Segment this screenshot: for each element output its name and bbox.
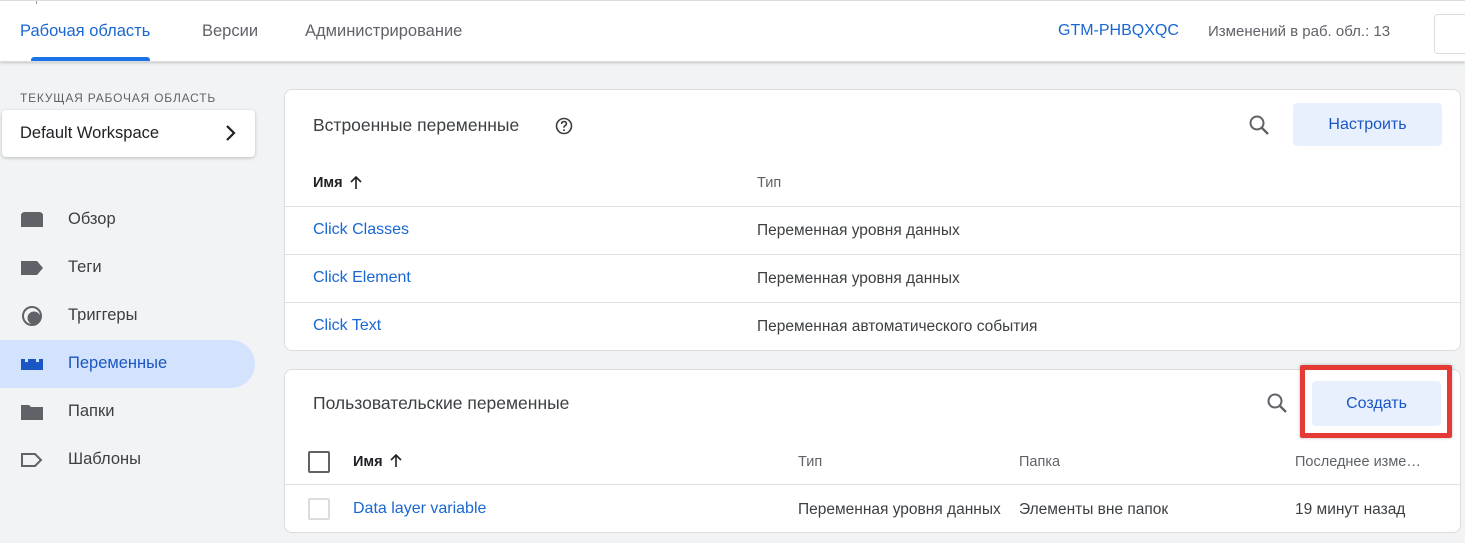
create-button-highlight [1300, 365, 1452, 438]
sidebar-item-templates[interactable]: Шаблоны [0, 436, 255, 484]
help-icon[interactable] [555, 117, 573, 135]
search-icon[interactable] [1247, 113, 1271, 137]
row-divider [285, 484, 1460, 485]
search-icon[interactable] [1265, 391, 1289, 415]
sort-arrow-up-icon[interactable] [389, 454, 403, 468]
variable-type: Переменная автоматического события [757, 318, 1038, 335]
active-tab-indicator [31, 57, 150, 61]
sidebar-item-triggers[interactable]: Триггеры [0, 292, 255, 340]
sidebar-item-tags[interactable]: Теги [0, 244, 255, 292]
row-divider [285, 206, 1460, 207]
sidebar-item-label: Шаблоны [68, 450, 141, 468]
chevron-right-icon [226, 125, 236, 141]
tag-icon [21, 261, 43, 275]
variable-name-link[interactable]: Click Element [313, 269, 411, 287]
tab-workspace[interactable]: Рабочая область [20, 22, 150, 41]
select-all-checkbox[interactable] [308, 451, 330, 473]
sidebar-item-overview[interactable]: Обзор [0, 196, 255, 244]
folder-icon [21, 405, 43, 420]
variables-icon [21, 359, 43, 370]
sort-arrow-up-icon[interactable] [349, 176, 363, 190]
sidebar-item-label: Теги [68, 258, 102, 276]
workspace-selector[interactable]: Default Workspace [2, 110, 255, 157]
sidebar-item-folders[interactable]: Папки [0, 388, 255, 436]
overview-icon [21, 212, 43, 227]
sidebar-item-label: Обзор [68, 210, 116, 228]
builtin-variables-card: Встроенные переменные Настроить Имя Тип … [284, 89, 1461, 351]
sidebar-item-variables[interactable]: Переменные [0, 340, 255, 388]
column-header-folder: Папка [1019, 454, 1061, 470]
template-icon [21, 453, 43, 467]
row-divider [285, 254, 1460, 255]
builtin-variables-title: Встроенные переменные [313, 115, 520, 135]
variable-folder: Элементы вне папок [1019, 501, 1169, 518]
configure-button[interactable]: Настроить [1293, 103, 1442, 146]
top-app-bar: Рабочая область Версии Администрирование… [0, 0, 1465, 62]
sidebar-item-label: Переменные [68, 354, 168, 372]
trigger-icon [22, 306, 42, 326]
row-divider [285, 302, 1460, 303]
variable-last-modified: 19 минут назад [1295, 501, 1406, 518]
variable-name-link[interactable]: Click Text [313, 317, 381, 335]
variable-type: Переменная уровня данных [757, 270, 960, 287]
column-header-type: Тип [757, 175, 782, 191]
workspace-changes-count: Изменений в раб. обл.: 13 [1208, 23, 1391, 40]
row-checkbox[interactable] [308, 498, 330, 520]
workspace-name: Default Workspace [20, 124, 160, 142]
variable-type: Переменная уровня данных [798, 501, 1001, 518]
column-header-last-modified[interactable]: Последнее изме… [1295, 454, 1421, 470]
user-variables-card: Пользовательские переменные Создать Имя … [284, 369, 1461, 533]
preview-button[interactable] [1434, 14, 1465, 54]
user-variables-title: Пользовательские переменные [313, 393, 570, 413]
variable-name-link[interactable]: Click Classes [313, 221, 409, 239]
sidebar-item-label: Триггеры [68, 306, 138, 324]
column-header-type: Тип [798, 454, 823, 470]
top-border [0, 0, 1465, 4]
container-id-link[interactable]: GTM-PHBQXQC [1058, 22, 1179, 40]
column-header-name[interactable]: Имя [313, 175, 343, 191]
variable-type: Переменная уровня данных [757, 222, 960, 239]
column-header-name[interactable]: Имя [353, 454, 383, 470]
variable-name-link[interactable]: Data layer variable [353, 500, 486, 518]
current-workspace-label: ТЕКУЩАЯ РАБОЧАЯ ОБЛАСТЬ [20, 91, 217, 105]
tab-admin[interactable]: Администрирование [305, 22, 462, 41]
tab-versions[interactable]: Версии [202, 22, 258, 41]
sidebar-item-label: Папки [68, 402, 115, 420]
